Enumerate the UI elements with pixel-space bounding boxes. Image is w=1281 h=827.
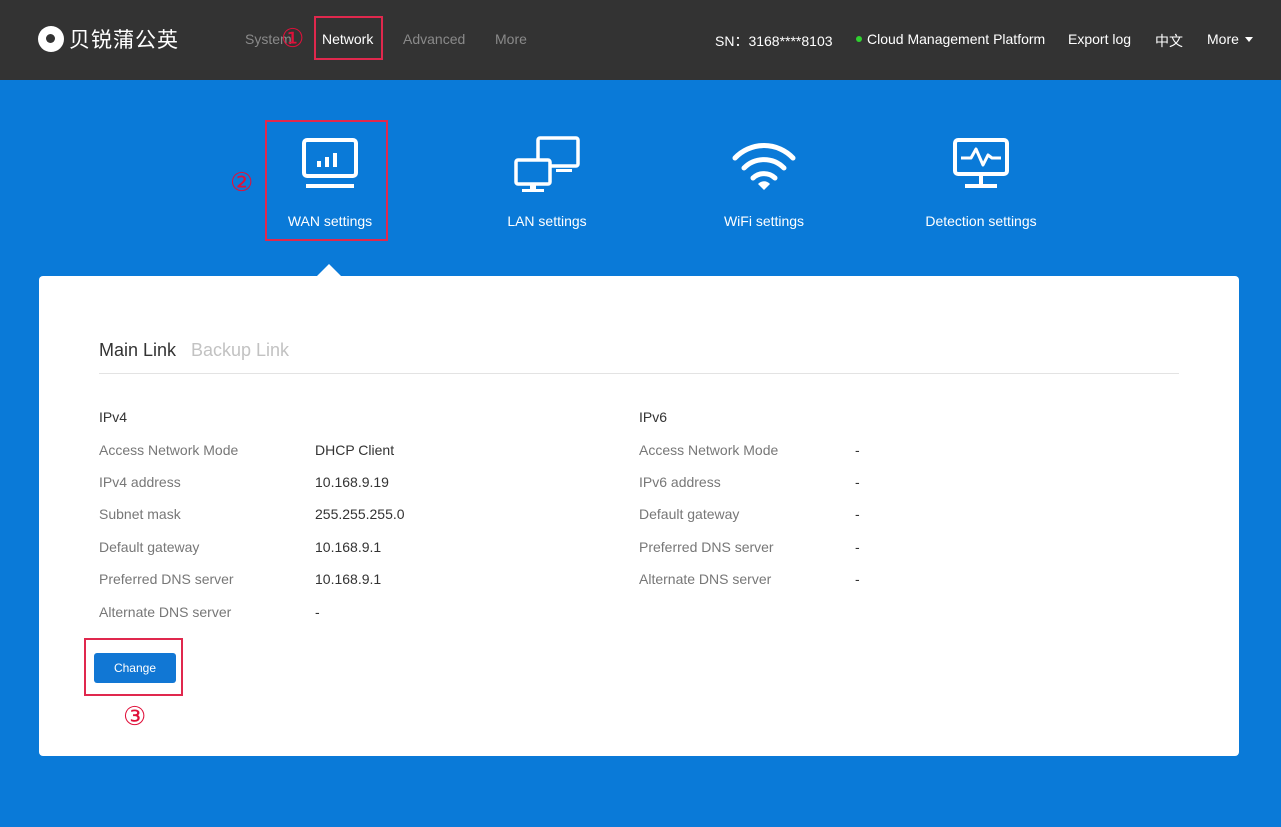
ipv4-label-preferred-dns: Preferred DNS server: [99, 571, 234, 587]
caret-down-icon: [1244, 36, 1253, 42]
ipv4-value-address: 10.168.9.19: [315, 474, 389, 490]
wan-settings-panel: Main Link Backup Link IPv4 Access Networ…: [39, 276, 1239, 756]
ipv4-label-alternate-dns: Alternate DNS server: [99, 604, 232, 620]
more-menu-label: More: [1207, 31, 1239, 47]
cloud-management-link[interactable]: Cloud Management Platform: [856, 31, 1045, 47]
cloud-management-label: Cloud Management Platform: [867, 31, 1046, 47]
annotation-number-3: ③: [123, 702, 147, 732]
annotation-box-change: [84, 638, 183, 696]
ipv6-label-alternate-dns: Alternate DNS server: [639, 571, 772, 587]
annotation-box-wan: [265, 120, 388, 241]
wifi-icon: [732, 143, 796, 190]
more-menu[interactable]: More: [1207, 31, 1253, 47]
ipv4-value-gateway: 10.168.9.1: [315, 539, 382, 555]
ipv6-label-preferred-dns: Preferred DNS server: [639, 539, 774, 555]
ipv6-section-title: IPv6: [639, 409, 668, 425]
ipv6-value-preferred-dns: -: [855, 539, 860, 555]
tab-backup-link[interactable]: Backup Link: [191, 340, 289, 361]
online-status-dot: [856, 36, 862, 43]
monitor-pulse-icon: [953, 138, 1009, 188]
annotation-number-1: ①: [281, 24, 305, 54]
ipv6-value-address: -: [855, 474, 860, 490]
category-label-lan[interactable]: LAN settings: [447, 213, 647, 229]
top-bar: 贝锐蒲公英 System Network Advanced More SN：31…: [0, 0, 1281, 80]
annotation-box-network: [314, 16, 383, 60]
ipv6-value-alternate-dns: -: [855, 571, 860, 587]
ipv4-label-address: IPv4 address: [99, 474, 181, 490]
ipv6-label-gateway: Default gateway: [639, 506, 740, 522]
category-wifi[interactable]: [684, 136, 844, 194]
tab-main-link[interactable]: Main Link: [99, 340, 176, 361]
category-label-detection[interactable]: Detection settings: [881, 213, 1081, 229]
ipv6-value-gateway: -: [855, 506, 860, 522]
category-lan[interactable]: [467, 136, 627, 194]
logo-mark-icon: [38, 26, 64, 52]
language-switch[interactable]: 中文: [1155, 31, 1183, 51]
ipv4-value-subnet: 255.255.255.0: [315, 506, 405, 522]
ipv6-label-address: IPv6 address: [639, 474, 721, 490]
ipv4-value-alternate-dns: -: [315, 604, 320, 620]
ipv4-section-title: IPv4: [99, 409, 128, 425]
category-label-wifi[interactable]: WiFi settings: [664, 213, 864, 229]
export-log-link[interactable]: Export log: [1068, 31, 1131, 47]
ipv6-label-mode: Access Network Mode: [639, 442, 779, 458]
ipv4-label-subnet: Subnet mask: [99, 506, 181, 522]
network-screens-icon: [514, 136, 580, 192]
annotation-number-2: ②: [230, 168, 254, 198]
ipv4-value-preferred-dns: 10.168.9.1: [315, 571, 382, 587]
tabs-divider: [99, 373, 1179, 374]
ipv4-label-mode: Access Network Mode: [99, 442, 239, 458]
ipv6-value-mode: -: [855, 442, 860, 458]
brand-name: 贝锐蒲公英: [69, 28, 179, 52]
nav-advanced[interactable]: Advanced: [403, 31, 465, 47]
serial-number: SN：3168****8103: [715, 33, 833, 49]
nav-more[interactable]: More: [495, 31, 527, 47]
category-detection[interactable]: [901, 136, 1061, 192]
brand-logo[interactable]: 贝锐蒲公英: [38, 24, 179, 54]
ipv4-label-gateway: Default gateway: [99, 539, 200, 555]
ipv4-value-mode: DHCP Client: [315, 442, 395, 458]
